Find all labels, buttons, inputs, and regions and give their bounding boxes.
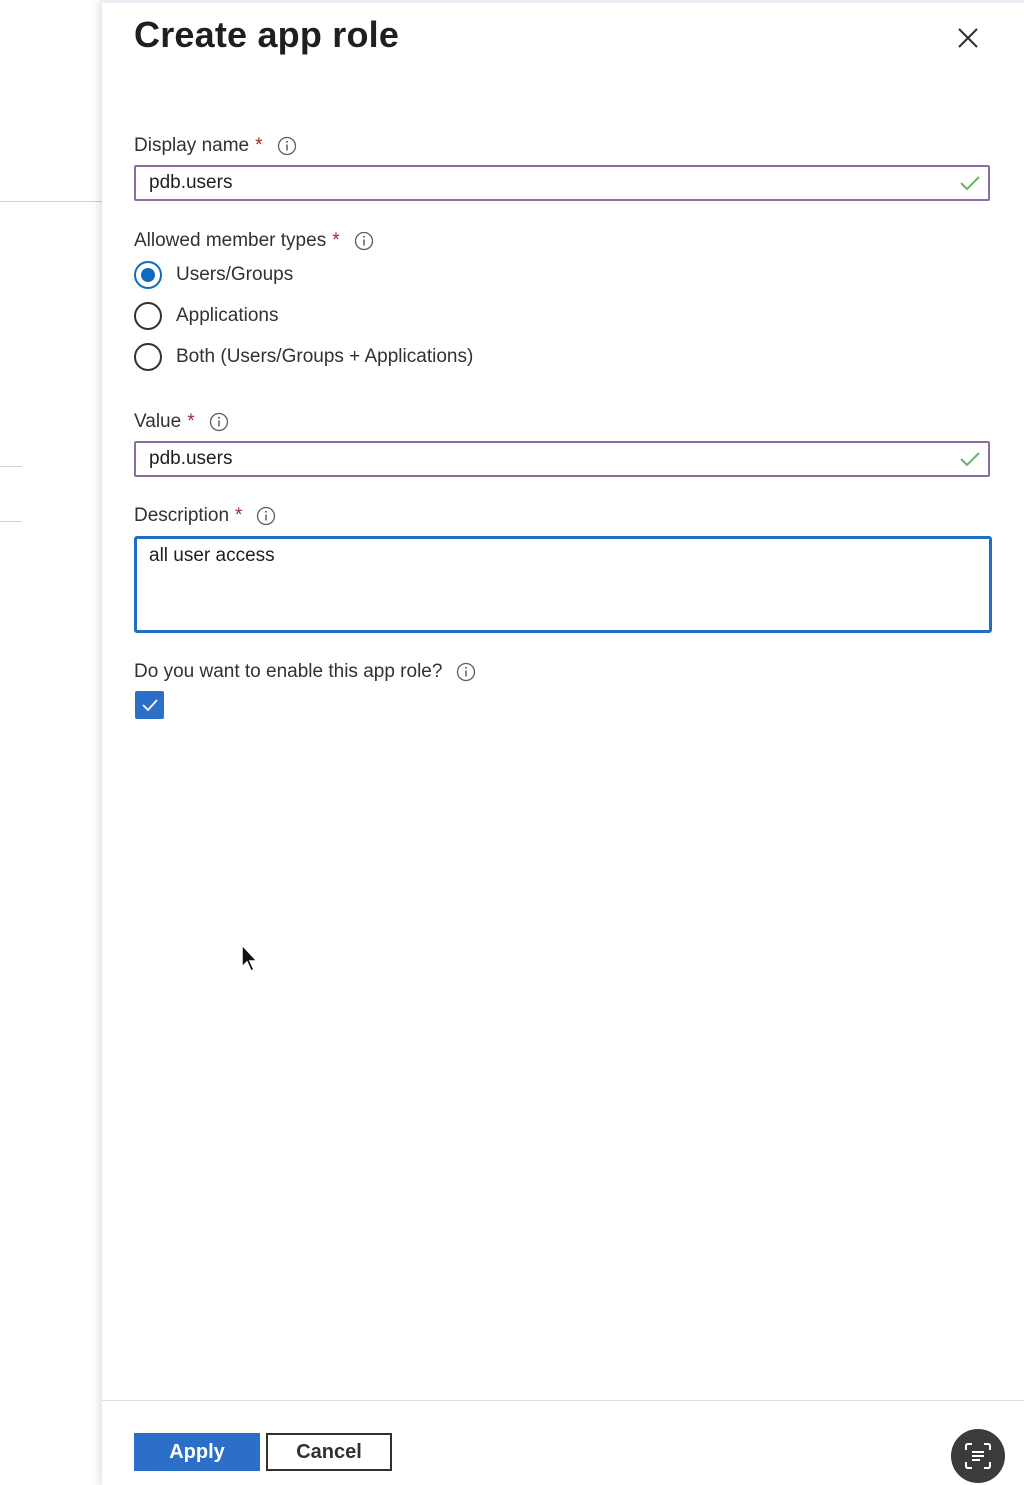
radio-label: Users/Groups xyxy=(176,264,294,285)
enable-checkbox[interactable] xyxy=(135,691,164,719)
checkmark-icon xyxy=(958,171,982,195)
value-input[interactable]: pdb.users xyxy=(134,441,990,477)
radio-users-groups[interactable]: Users/Groups xyxy=(134,261,293,289)
info-icon[interactable] xyxy=(456,662,476,682)
page-title: Create app role xyxy=(134,14,400,55)
info-icon[interactable] xyxy=(277,136,297,156)
radio-button[interactable] xyxy=(134,261,162,289)
close-icon xyxy=(958,28,978,48)
display-name-input[interactable]: pdb.users xyxy=(134,165,990,201)
description-label: Description xyxy=(134,505,230,526)
divider xyxy=(0,201,102,202)
member-types-label: Allowed member types xyxy=(134,230,327,251)
divider xyxy=(0,521,22,522)
value-value: pdb.users xyxy=(149,448,233,469)
description-label-row: Description * xyxy=(134,505,276,527)
text-scan-icon xyxy=(965,1443,991,1469)
display-name-label-row: Display name * xyxy=(134,135,297,157)
display-name-value: pdb.users xyxy=(149,172,233,193)
display-name-label: Display name xyxy=(134,135,250,156)
create-app-role-panel: Create app role Display name * pdb.users… xyxy=(102,0,1024,1485)
radio-both[interactable]: Both (Users/Groups + Applications) xyxy=(134,343,473,371)
member-types-label-row: Allowed member types * xyxy=(134,230,374,252)
apply-button[interactable]: Apply xyxy=(134,1433,260,1471)
info-icon[interactable] xyxy=(256,506,276,526)
value-label: Value xyxy=(134,411,182,432)
required-mark: * xyxy=(255,135,263,156)
info-icon[interactable] xyxy=(354,231,374,251)
checkmark-icon xyxy=(958,447,982,471)
mouse-pointer-icon xyxy=(241,944,259,973)
required-mark: * xyxy=(187,411,195,432)
required-mark: * xyxy=(332,230,340,251)
text-scan-button[interactable] xyxy=(951,1429,1005,1483)
close-button[interactable] xyxy=(950,20,986,56)
enable-label: Do you want to enable this app role? xyxy=(134,661,443,682)
value-label-row: Value * xyxy=(134,411,229,433)
footer-divider xyxy=(102,1400,1024,1401)
panel-top-border xyxy=(102,0,1024,3)
background-page xyxy=(0,0,102,1485)
info-icon[interactable] xyxy=(209,412,229,432)
radio-button[interactable] xyxy=(134,343,162,371)
description-textarea[interactable]: all user access xyxy=(134,536,992,633)
radio-applications[interactable]: Applications xyxy=(134,302,278,330)
required-mark: * xyxy=(235,505,243,526)
radio-label: Applications xyxy=(176,305,279,326)
divider xyxy=(0,466,22,467)
enable-label-row: Do you want to enable this app role? xyxy=(134,661,476,683)
checkmark-icon xyxy=(141,699,158,712)
cancel-button[interactable]: Cancel xyxy=(266,1433,392,1471)
radio-button[interactable] xyxy=(134,302,162,330)
radio-label: Both (Users/Groups + Applications) xyxy=(176,346,474,367)
